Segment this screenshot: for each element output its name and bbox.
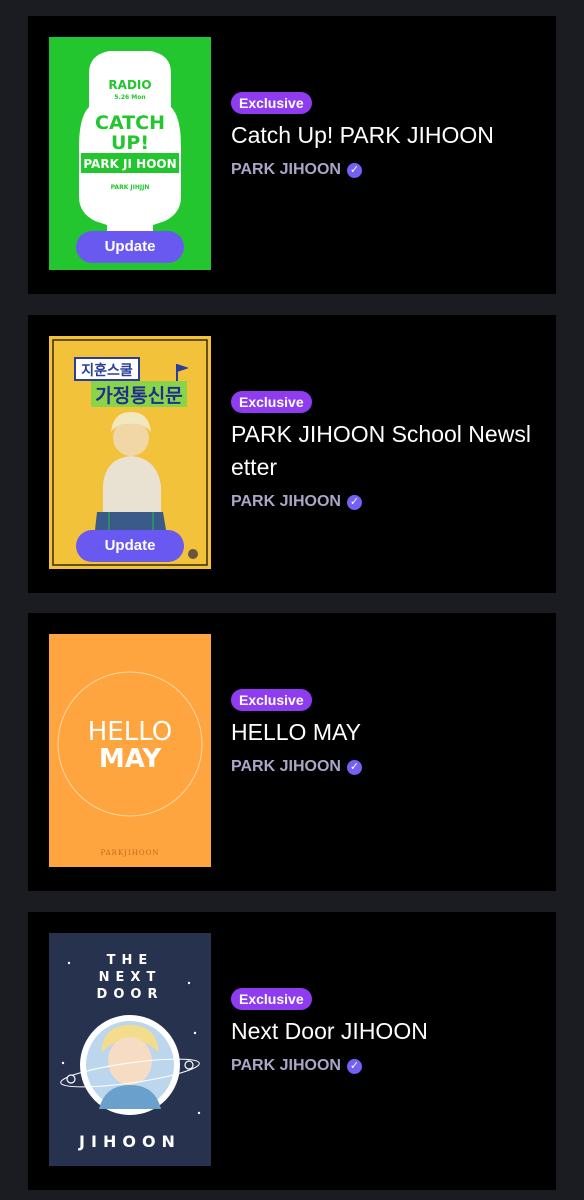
cover-text-catch: CATCH: [95, 112, 165, 134]
series-title[interactable]: PARK JIHOON School Newsletter: [231, 418, 540, 484]
cover-art: THE NEXT DOOR JIHOON: [60, 953, 201, 1151]
artist-name: PARK JIHOON: [231, 161, 341, 178]
verified-check-icon: ✓: [346, 1058, 362, 1074]
artist-name: PARK JIHOON: [231, 493, 341, 510]
series-card-next-door[interactable]: THE NEXT DOOR JIHOON Exclusive Next Door…: [28, 912, 556, 1190]
cover-thumbnail[interactable]: 지훈스쿨 가정통신문 Update: [49, 336, 211, 569]
cover-thumbnail[interactable]: HELLO MAY PARKJIHOON: [49, 634, 211, 867]
update-button[interactable]: Update: [76, 231, 184, 263]
cover-text-artist: PARKJIHOON: [101, 849, 160, 857]
artist-row[interactable]: PARK JIHOON ✓: [231, 493, 540, 511]
verified-check-icon: ✓: [346, 759, 362, 775]
cover-thumbnail[interactable]: THE NEXT DOOR JIHOON: [49, 933, 211, 1166]
cover-text-may: MAY: [99, 744, 163, 774]
cover-text-next: NEXT: [99, 970, 162, 985]
artist-name: PARK JIHOON: [231, 1057, 341, 1074]
series-info: Exclusive HELLO MAY PARK JIHOON ✓: [231, 689, 540, 776]
cover-text-hello: HELLO: [88, 717, 173, 747]
series-title[interactable]: Next Door JIHOON: [231, 1015, 540, 1048]
cover-text-name: PARK JI HOON: [83, 157, 176, 171]
series-info: Exclusive PARK JIHOON School Newsletter …: [231, 391, 540, 511]
cover-text-newsletter: 가정통신문: [95, 385, 182, 407]
exclusive-badge: Exclusive: [231, 689, 312, 711]
cover-art: HELLO MAY PARKJIHOON: [57, 671, 203, 857]
verified-check-icon: ✓: [346, 494, 362, 510]
artist-row[interactable]: PARK JIHOON ✓: [231, 758, 540, 776]
artist-name: PARK JIHOON: [231, 758, 341, 775]
cover-text-up: UP!: [111, 132, 149, 154]
series-card-school-newsletter[interactable]: 지훈스쿨 가정통신문 Update Exclusive PARK JIHOON …: [28, 315, 556, 593]
artist-row[interactable]: PARK JIHOON ✓: [231, 161, 540, 179]
exclusive-badge: Exclusive: [231, 92, 312, 114]
cover-text-the: THE: [107, 953, 154, 968]
update-button[interactable]: Update: [76, 530, 184, 562]
series-card-catch-up[interactable]: RADIO 5.26 Mon CATCH UP! PARK JI HOON PA…: [28, 16, 556, 294]
series-card-hello-may[interactable]: HELLO MAY PARKJIHOON Exclusive HELLO MAY…: [28, 613, 556, 891]
exclusive-badge: Exclusive: [231, 988, 312, 1010]
series-title[interactable]: Catch Up! PARK JIHOON: [231, 119, 540, 152]
cover-text-school: 지훈스쿨: [81, 362, 133, 379]
cover-text-date: 5.26 Mon: [114, 94, 145, 101]
series-info: Exclusive Next Door JIHOON PARK JIHOON ✓: [231, 988, 540, 1075]
artist-row[interactable]: PARK JIHOON ✓: [231, 1057, 540, 1075]
cover-text-radio: RADIO: [108, 78, 151, 92]
cover-text-sub: PARK JIHJJN: [111, 184, 150, 191]
series-title[interactable]: HELLO MAY: [231, 716, 540, 749]
cover-text-door: DOOR: [97, 987, 164, 1002]
series-info: Exclusive Catch Up! PARK JIHOON PARK JIH…: [231, 92, 540, 179]
series-list: RADIO 5.26 Mon CATCH UP! PARK JI HOON PA…: [0, 0, 584, 1200]
cover-thumbnail[interactable]: RADIO 5.26 Mon CATCH UP! PARK JI HOON PA…: [49, 37, 211, 270]
exclusive-badge: Exclusive: [231, 391, 312, 413]
verified-check-icon: ✓: [346, 162, 362, 178]
cover-text-jihoon: JIHOON: [78, 1132, 181, 1151]
